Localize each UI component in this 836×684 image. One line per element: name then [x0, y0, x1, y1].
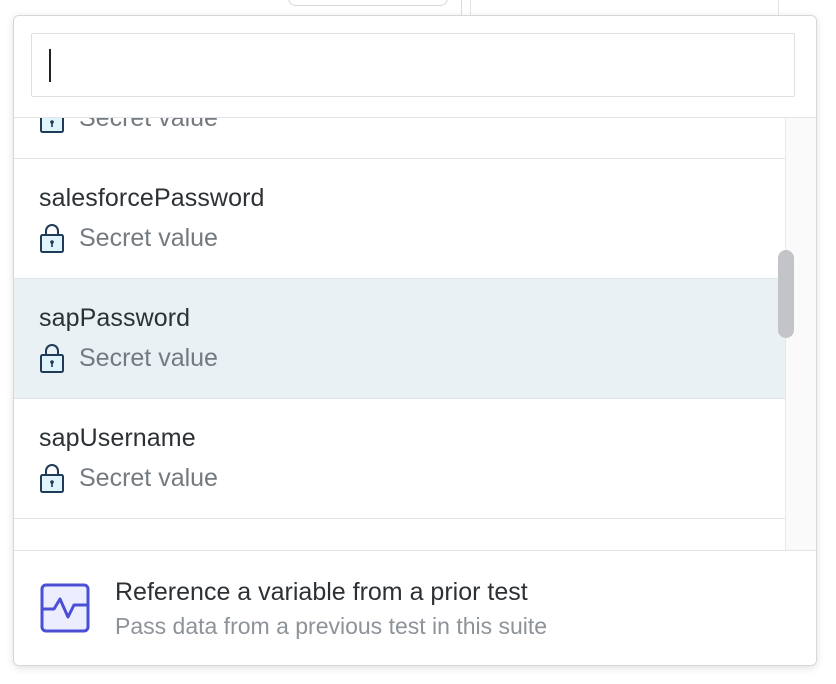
variable-type: Secret value — [39, 117, 218, 133]
variable-list-item[interactable]: sapUsername Secret value — [14, 399, 785, 519]
variable-search-input[interactable] — [31, 33, 795, 97]
lock-icon — [40, 117, 64, 133]
variable-type-label: Secret value — [79, 463, 218, 492]
variable-picker-dropdown: Secret value salesforcePassword Secret v… — [13, 15, 817, 666]
variable-list-item[interactable]: salesforcePassword Secret value — [14, 159, 785, 279]
lock-icon — [40, 464, 64, 493]
activity-chart-icon — [40, 583, 90, 633]
lock-icon — [40, 344, 64, 373]
scrollbar-thumb[interactable] — [778, 250, 794, 338]
variable-type: Secret value — [39, 343, 218, 373]
reference-prior-test-option[interactable]: Reference a variable from a prior test P… — [14, 550, 816, 665]
search-area — [14, 16, 816, 118]
variable-name: sapUsername — [39, 424, 196, 452]
variable-type: Secret value — [39, 223, 218, 253]
variable-type-label: Secret value — [79, 343, 218, 372]
variable-list-item[interactable]: Secret value — [14, 117, 785, 159]
variable-list-item[interactable]: sapPassword Secret value — [14, 279, 785, 399]
lock-icon — [40, 224, 64, 253]
variable-list-item[interactable] — [14, 519, 785, 550]
variable-type-label: Secret value — [79, 223, 218, 252]
variable-type: Secret value — [39, 463, 218, 493]
variable-type-label: Secret value — [79, 117, 218, 132]
footer-subtitle: Pass data from a previous test in this s… — [115, 613, 548, 639]
text-caret — [49, 49, 51, 82]
background-chip — [288, 0, 448, 6]
footer-title: Reference a variable from a prior test — [115, 578, 528, 606]
variable-list: Secret value salesforcePassword Secret v… — [14, 117, 785, 550]
variable-name: salesforcePassword — [39, 184, 265, 212]
variable-name: sapPassword — [39, 304, 191, 332]
variable-list-content: Secret value salesforcePassword Secret v… — [14, 117, 785, 550]
